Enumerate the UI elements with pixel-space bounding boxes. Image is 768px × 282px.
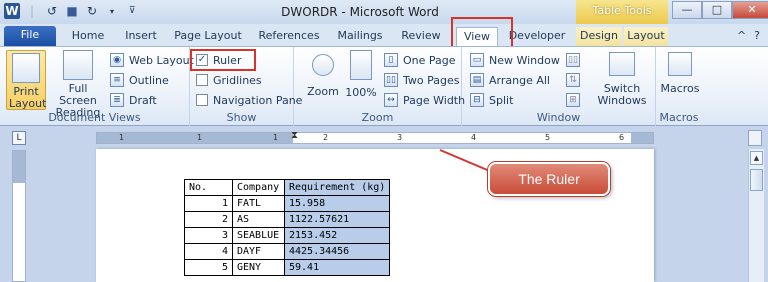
scroll-thumb[interactable] bbox=[750, 169, 763, 191]
scroll-up-icon[interactable]: ▲ bbox=[750, 151, 763, 165]
ruler-callout: The Ruler bbox=[488, 162, 610, 196]
callout-arrow bbox=[439, 149, 493, 173]
vertical-scrollbar[interactable]: ▲ bbox=[748, 149, 764, 282]
callout-arrow-line bbox=[439, 149, 493, 173]
